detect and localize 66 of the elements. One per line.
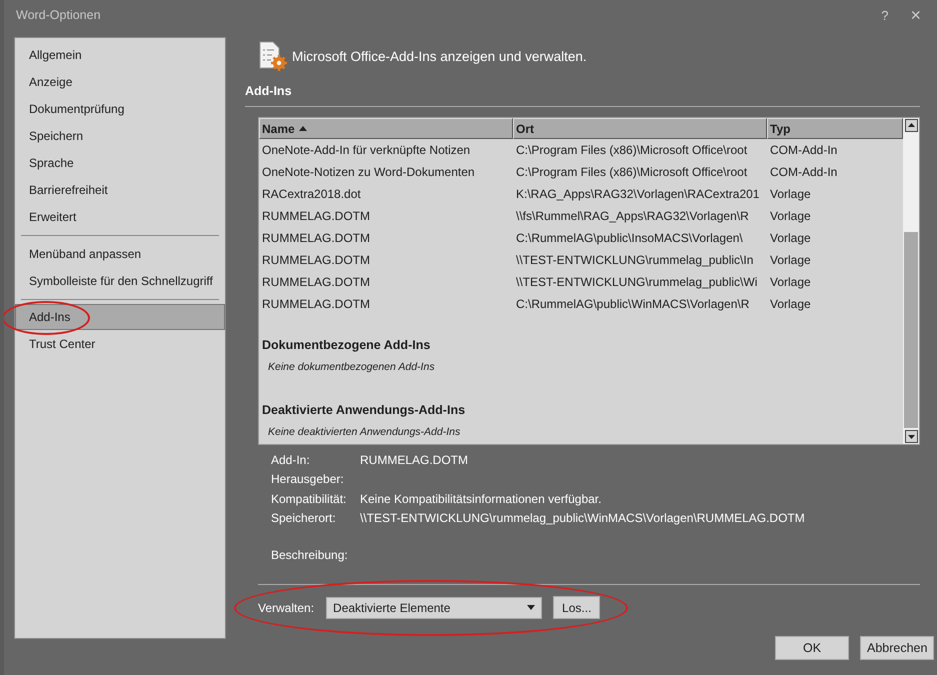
go-button[interactable]: Los... [553,596,600,619]
sidebar-item[interactable]: Barrierefreiheit [15,176,225,203]
help-button[interactable]: ? [875,4,894,26]
dialog-button[interactable]: Abbrechen [860,636,934,660]
table-cell-text: OneNote-Add-In für verknüpfte Notizen [261,143,472,157]
table-cell-text: Vorlage [769,275,812,289]
table-cell-text: \\TEST-ENTWICKLUNG\rummelag_public\In [515,253,754,267]
table-cell-text: Vorlage [769,187,812,201]
group-note: Keine dokumentbezogenen Add-Ins [267,361,436,373]
sidebar-item[interactable]: Speichern [15,122,225,149]
section-title: Add-Ins [245,84,293,98]
table-cell-text: RUMMELAG.DOTM [261,209,371,223]
table-cell-text: C:\Program Files (x86)\Microsoft Office\root [515,165,748,179]
table-cell-text: Vorlage [769,209,812,223]
group-note: Keine deaktivierten Anwendungs-Add-Ins [267,426,462,438]
table-cell-text: RACextra2018.dot [261,187,362,201]
table-cell-text: K:\RAG_Apps\RAG32\Vorlagen\RACextra201 [515,187,760,201]
sidebar-item[interactable]: Anzeige [15,68,225,95]
table-cell-text: RUMMELAG.DOTM [261,275,371,289]
table-cell-text: C:\Program Files (x86)\Microsoft Office\root [515,143,748,157]
manage-dropdown[interactable]: Deaktivierte Elemente [326,596,542,618]
table-cell-text: Vorlage [769,253,812,267]
sidebar-item[interactable]: Sprache [15,149,225,176]
sidebar-item[interactable]: Trust Center [15,330,225,357]
sidebar-item[interactable]: Allgemein [15,41,225,68]
table-cell-text: OneNote-Notizen zu Word-Dokumenten [261,165,476,179]
group-heading: Deaktivierte Anwendungs-Add-Ins [261,403,466,417]
detail-value: Keine Kompatibilitätsinformationen verfügbar. [360,492,602,506]
table-cell-text: RUMMELAG.DOTM [261,253,371,267]
table-cell-text: COM-Add-In [769,143,838,157]
detail-label: Kompatibilität: [271,492,348,506]
detail-label: Beschreibung: [271,548,349,562]
detail-value: RUMMELAG.DOTM [360,452,468,467]
table-cell-text: RUMMELAG.DOTM [261,297,371,311]
detail-label: Add-In: [271,452,311,467]
scroll-thumb[interactable] [904,232,918,428]
detail-label: Herausgeber: [271,472,345,486]
sidebar-item[interactable]: Dokumentprüfung [15,95,225,122]
scroll-up-icon[interactable] [904,119,918,132]
page-heading: Microsoft Office-Add-Ins anzeigen und verwalten. [292,48,587,64]
table-cell-text: COM-Add-In [769,165,838,179]
close-button[interactable]: × [904,4,927,26]
column-header[interactable]: Typ [767,118,903,139]
group-heading: Dokumentbezogene Add-Ins [261,338,432,352]
sidebar-item[interactable]: Erweitert [15,203,225,230]
table-cell-text: RUMMELAG.DOTM [261,231,371,245]
detail-label: Speicherort: [271,511,337,526]
sidebar-item[interactable]: Menüband anpassen [15,240,225,267]
table-cell-text: C:\RummelAG\public\InsoMACS\Vorlagen\ [515,231,744,245]
table-cell-text: Vorlage [769,297,812,311]
column-header[interactable]: Name [259,118,513,139]
scrollbar[interactable] [903,118,919,444]
table-cell-text: \\TEST-ENTWICKLUNG\rummelag_public\Wi [515,275,758,289]
column-header[interactable]: Ort [513,118,767,139]
scroll-down-icon[interactable] [904,430,918,443]
dialog-button[interactable]: OK [775,636,849,660]
window-title: Word-Optionen [16,8,101,22]
sidebar-item[interactable]: Symbolleiste für den Schnellzugriff [15,267,225,294]
sidebar-item[interactable]: Add-Ins [15,304,225,330]
table-cell-text: \\fs\Rummel\RAG_Apps\RAG32\Vorlagen\R [515,209,750,223]
document-gear-icon [258,41,288,71]
manage-label: Verwalten: [258,600,314,614]
detail-value: \\TEST-ENTWICKLUNG\rummelag_public\WinMACS\Vorlagen\RUMMELAG.DOTM [360,511,805,526]
table-cell-text: Vorlage [769,231,812,245]
dropdown-caret-icon [527,605,536,610]
table-cell-text: C:\RummelAG\public\WinMACS\Vorlagen\R [515,297,750,311]
